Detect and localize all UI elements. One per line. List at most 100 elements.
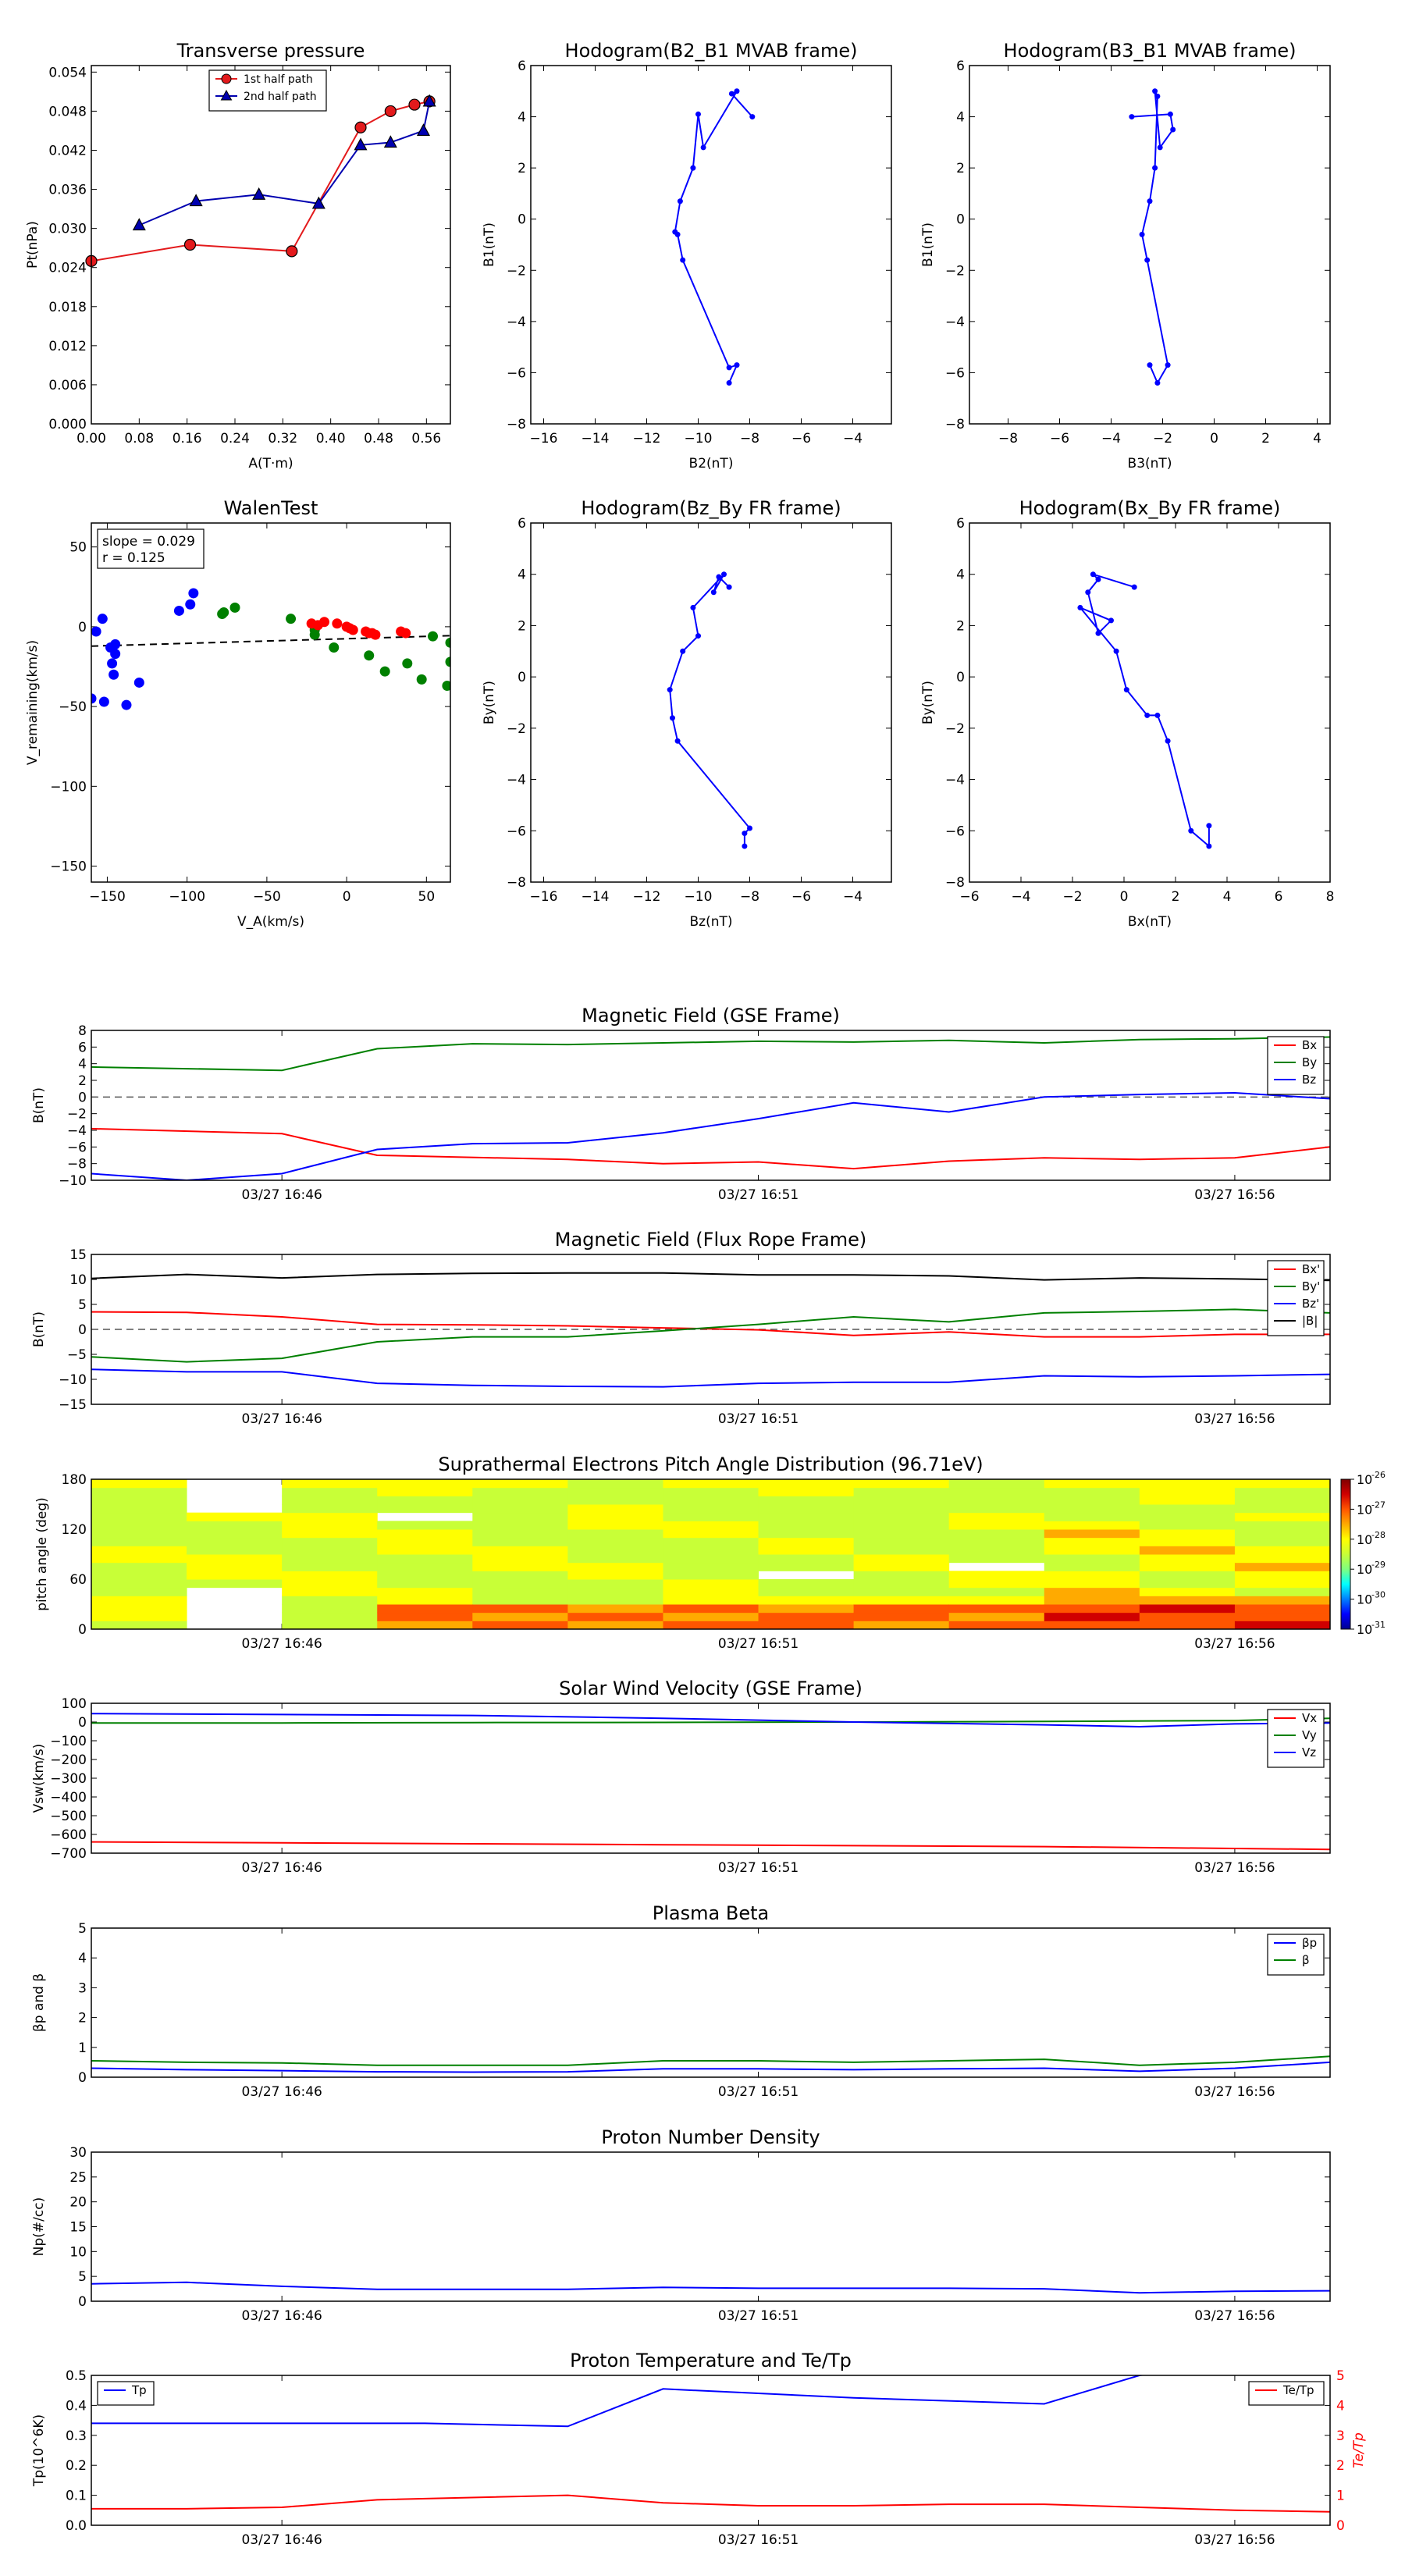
y-tick-label: −8: [945, 417, 965, 432]
colorbar-tick-exponent: -26: [1371, 1470, 1385, 1480]
series-line-1st half path: [91, 100, 430, 262]
heatmap-cell: [1234, 1512, 1331, 1521]
heatmap-cell: [1044, 1521, 1140, 1530]
x-tick-label: 03/27 16:56: [1194, 2308, 1275, 2324]
heatmap-cell: [187, 1529, 283, 1539]
y-tick-label: 0: [78, 2070, 87, 2086]
legend-label: 1st half path: [244, 73, 313, 86]
heatmap-cell: [377, 1571, 473, 1580]
heatmap-cell: [1234, 1504, 1331, 1514]
scatter-point: [402, 658, 413, 669]
y-tick-label: −2: [67, 1107, 87, 1123]
x-tick-label: 0.40: [316, 431, 346, 447]
x-tick-label: −14: [582, 889, 610, 905]
heatmap-cell: [948, 1487, 1045, 1496]
legend-label: Bx: [1302, 1038, 1317, 1052]
scatter-point: [98, 696, 109, 707]
heatmap-cell: [567, 1587, 663, 1596]
data-point: [1154, 712, 1161, 718]
heatmap-cell: [1139, 1537, 1236, 1546]
x-tick-label: 03/27 16:51: [718, 1860, 799, 1876]
y-tick-label: −6: [507, 824, 526, 839]
legend-marker: [221, 73, 232, 84]
scatter-point: [173, 605, 184, 616]
y-tick-label: −5: [67, 1347, 87, 1363]
x-tick-label: 03/27 16:51: [718, 1411, 799, 1427]
heatmap-cell: [948, 1579, 1045, 1589]
colorbar-tick-exponent: -31: [1371, 1620, 1385, 1630]
heatmap-cell: [282, 1529, 378, 1539]
data-point: [726, 365, 732, 371]
x-tick-label: −4: [843, 889, 863, 905]
y-tick-label: 4: [78, 1951, 87, 1966]
x-tick-label: −50: [253, 889, 281, 905]
colorbar-tick-base: 10: [1357, 1532, 1372, 1547]
data-point: [670, 715, 675, 721]
chart-title: Plasma Beta: [653, 1902, 769, 1924]
y-tick-label: 180: [62, 1472, 87, 1488]
data-point: [728, 91, 735, 97]
y-tick-label: 5: [78, 2269, 87, 2285]
heatmap-cell: [1044, 1604, 1140, 1614]
y-tick-label: 0.012: [48, 339, 87, 354]
y-tick-label: 100: [62, 1696, 87, 1712]
x-tick-label: 03/27 16:46: [241, 2532, 322, 2548]
heatmap-cell: [758, 1579, 855, 1589]
y-tick-label: 0: [518, 670, 526, 685]
chart-title: Solar Wind Velocity (GSE Frame): [559, 1678, 863, 1699]
heatmap-cell: [91, 1562, 187, 1571]
x-tick-label: 03/27 16:51: [718, 1187, 799, 1203]
data-point: [1129, 114, 1135, 120]
x-tick-label: 03/27 16:56: [1194, 1860, 1275, 1876]
heatmap-cell: [1139, 1512, 1236, 1521]
data-point: [1113, 648, 1119, 654]
heatmap-cell: [472, 1529, 568, 1539]
y-tick-label: −4: [507, 315, 526, 330]
x-tick-label: −4: [1101, 431, 1121, 447]
heatmap-cell: [377, 1562, 473, 1571]
heatmap-cell: [758, 1529, 855, 1539]
data-point: [183, 238, 197, 251]
data-point: [252, 187, 266, 200]
legend-label: Te/Tp: [1282, 2383, 1314, 2397]
fit-line: [91, 635, 450, 647]
x-tick-label: −4: [1011, 889, 1030, 905]
x-axis-label: A(T·m): [248, 456, 293, 471]
scatter-point: [110, 639, 121, 649]
heatmap-cell: [948, 1596, 1045, 1605]
scatter-point: [219, 607, 229, 617]
heatmap-cell: [758, 1554, 855, 1564]
y-tick-label: −6: [945, 365, 965, 381]
chart-mffr: Magnetic Field (Flux Rope Frame) −15 −10 −5…: [31, 1229, 1331, 1427]
y-tick-label: −2: [945, 721, 965, 737]
heatmap-cell: [377, 1579, 473, 1589]
y-tick-label: 50: [69, 540, 87, 556]
y-tick-label: 0.0: [66, 2518, 87, 2534]
x-tick-label: 03/27 16:46: [241, 1411, 322, 1427]
heatmap-cell: [377, 1554, 473, 1564]
y-axis-label: Pt(nPa): [25, 221, 41, 269]
heatmap-cell: [853, 1504, 950, 1514]
heatmap-cell: [187, 1546, 283, 1555]
heatmap-cell: [1234, 1596, 1331, 1605]
y-tick-label: 0.1: [66, 2489, 87, 2504]
annotation-text: r = 0.125: [102, 550, 165, 566]
y-axis-label: B1(nT): [482, 222, 497, 267]
x-tick-label: 03/27 16:51: [718, 1636, 799, 1652]
heatmap-cell: [1044, 1587, 1140, 1596]
data-point: [1170, 126, 1176, 133]
y-tick-label: 0: [78, 620, 87, 635]
series-line-0: [674, 89, 753, 383]
heatmap-cell: [948, 1479, 1045, 1489]
y-tick-label: −400: [50, 1790, 87, 1806]
heatmap-cell: [758, 1562, 855, 1571]
data-point: [1123, 687, 1129, 693]
heatmap-cell: [377, 1596, 473, 1605]
y-right-tick-label: 0: [1336, 2518, 1345, 2534]
heatmap-cell: [1139, 1521, 1236, 1530]
x-tick-label: 03/27 16:51: [718, 2308, 799, 2324]
legend-label: Vy: [1302, 1728, 1317, 1742]
heatmap-cell: [472, 1504, 568, 1514]
y-tick-label: 0.2: [66, 2458, 87, 2474]
y-tick-label: 0: [956, 212, 965, 228]
